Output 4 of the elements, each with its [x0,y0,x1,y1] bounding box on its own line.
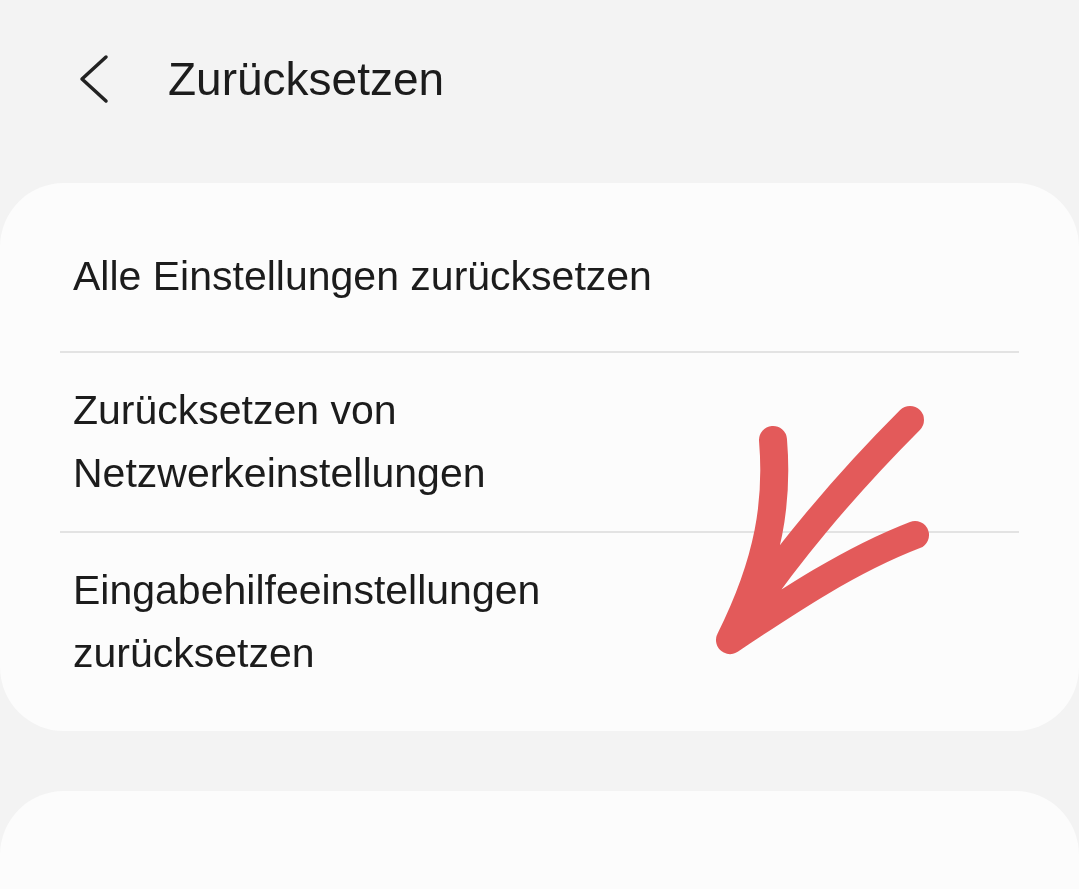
settings-item[interactable]: Eingabehilfeeinstellungen zurücksetzen [60,532,1019,711]
settings-item[interactable]: Zurücksetzen von Netzwerkeinstellungen [60,352,1019,531]
page-title: Zurücksetzen [168,55,445,102]
settings-item[interactable]: Alle Einstellungen zurücksetzen [60,202,1019,351]
